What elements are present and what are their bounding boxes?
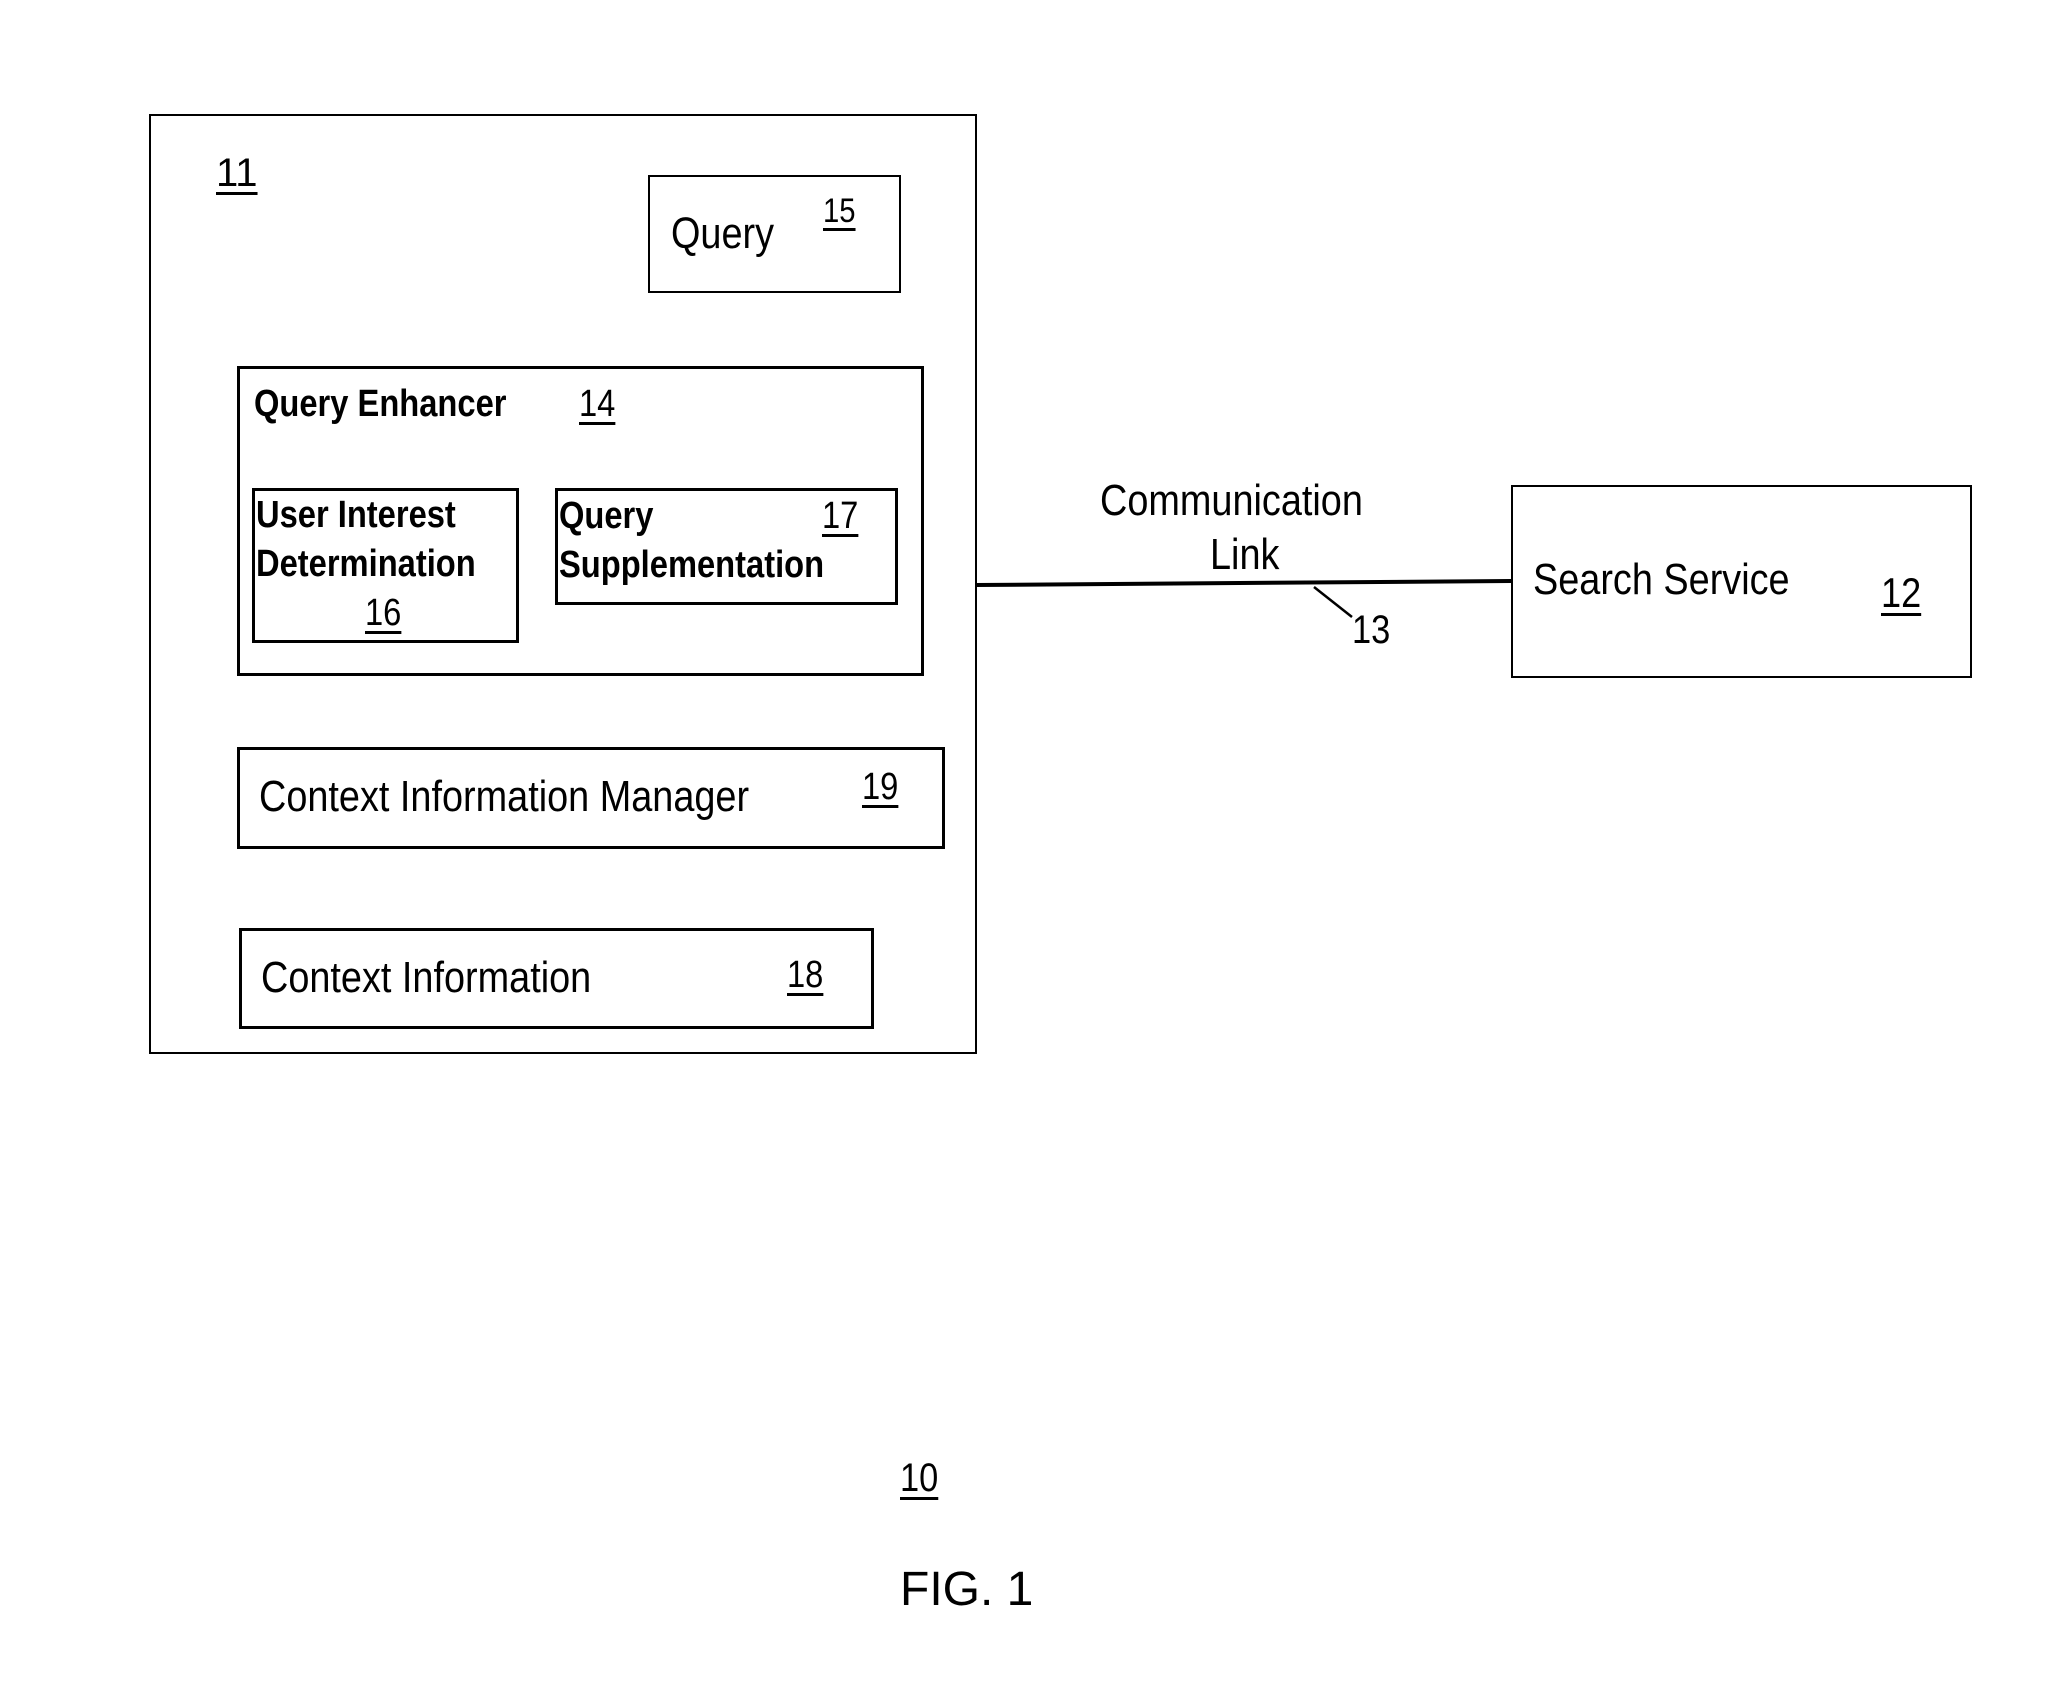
query-enhancer-label: Query Enhancer	[254, 383, 507, 425]
communication-link-label-line2: Link	[1210, 530, 1280, 579]
link-leader-line	[1313, 586, 1353, 618]
user-interest-line1: User Interest	[256, 494, 456, 536]
communication-link-ref: 13	[1352, 608, 1391, 652]
query-supplementation-line1: Query	[559, 495, 654, 537]
search-service-label: Search Service	[1533, 555, 1790, 604]
communication-link-label-line1: Communication	[1100, 476, 1363, 525]
context-information-label: Context Information	[261, 953, 592, 1002]
figure-label: FIG. 1	[900, 1563, 1034, 1616]
user-interest-line2: Determination	[256, 543, 476, 585]
query-supplementation-ref: 17	[822, 495, 859, 537]
query-label: Query	[671, 209, 775, 258]
context-information-ref: 18	[787, 954, 824, 996]
search-service-ref: 12	[1881, 569, 1922, 616]
context-information-manager-label: Context Information Manager	[259, 772, 750, 821]
query-supplementation-line2: Supplementation	[559, 544, 825, 586]
communication-link-line	[975, 579, 1512, 587]
query-ref: 15	[823, 192, 856, 230]
system-ref: 10	[900, 1456, 939, 1500]
query-enhancer-ref: 14	[579, 383, 616, 425]
client-device-ref: 11	[216, 151, 258, 195]
context-information-manager-ref: 19	[862, 766, 899, 808]
user-interest-ref: 16	[365, 592, 402, 634]
